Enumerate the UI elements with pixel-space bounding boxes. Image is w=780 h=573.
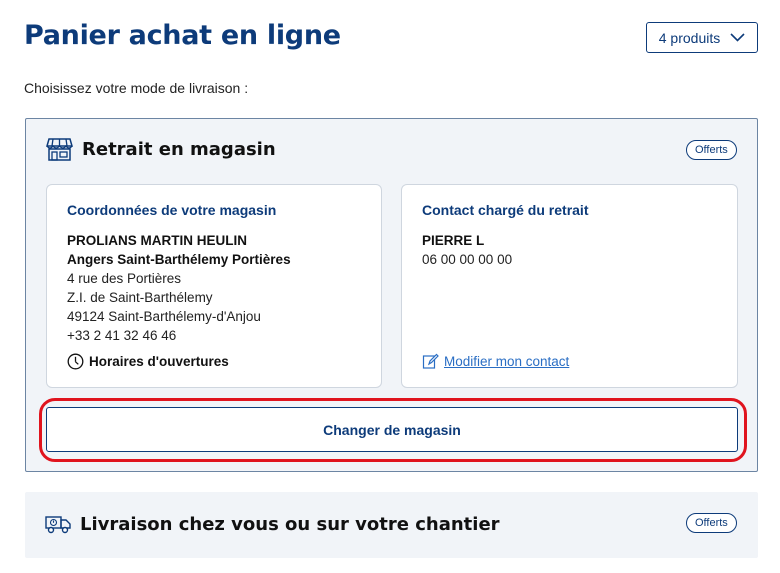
store-pickup-free-badge: Offerts <box>686 140 737 160</box>
opening-hours-link[interactable]: Horaires d'ouvertures <box>67 353 229 370</box>
change-store-button[interactable]: Changer de magasin <box>46 407 738 452</box>
contact-name: PIERRE L <box>422 233 485 248</box>
pickup-contact-title: Contact chargé du retrait <box>422 202 589 218</box>
contact-phone: 06 00 00 00 00 <box>422 252 513 267</box>
store-address-block: PROLIANS MARTIN HEULIN Angers Saint-Bart… <box>67 231 291 345</box>
delivery-truck-icon <box>45 516 71 534</box>
pickup-contact-block: PIERRE L 06 00 00 00 00 <box>422 231 512 269</box>
home-delivery-title: Livraison chez vous ou sur votre chantie… <box>80 513 500 535</box>
store-pickup-title: Retrait en magasin <box>82 139 276 160</box>
store-address-line: Z.I. de Saint-Barthélemy <box>67 290 213 305</box>
storefront-icon <box>46 138 73 161</box>
home-delivery-free-badge: Offerts <box>686 513 737 533</box>
opening-hours-label: Horaires d'ouvertures <box>89 354 229 369</box>
store-details-card: Coordonnées de votre magasin PROLIANS MA… <box>46 184 382 388</box>
store-name: PROLIANS MARTIN HEULIN <box>67 233 247 248</box>
store-address-line: 4 rue des Portières <box>67 271 182 286</box>
home-delivery-heading: Livraison chez vous ou sur votre chantie… <box>45 513 500 535</box>
store-branch: Angers Saint-Barthélemy Portières <box>67 252 291 267</box>
home-delivery-panel[interactable]: Livraison chez vous ou sur votre chantie… <box>25 492 758 558</box>
store-details-title: Coordonnées de votre magasin <box>67 202 277 218</box>
delivery-mode-prompt: Choisissez votre mode de livraison : <box>24 80 249 96</box>
clock-icon <box>67 353 84 370</box>
store-pickup-panel[interactable]: Retrait en magasin Offerts Coordonnées d… <box>25 118 758 472</box>
edit-contact-link[interactable]: Modifier mon contact <box>422 353 569 370</box>
pickup-contact-card: Contact chargé du retrait PIERRE L 06 00… <box>401 184 738 388</box>
store-phone: +33 2 41 32 46 46 <box>67 328 177 343</box>
edit-contact-label: Modifier mon contact <box>444 354 570 369</box>
page-title: Panier achat en ligne <box>24 20 341 51</box>
products-dropdown[interactable]: 4 produits <box>646 22 758 53</box>
products-count-label: 4 produits <box>658 29 721 46</box>
store-address-line: 49124 Saint-Barthélemy-d'Anjou <box>67 309 261 324</box>
chevron-down-icon <box>730 33 745 42</box>
store-pickup-heading: Retrait en magasin <box>46 137 276 162</box>
pencil-icon <box>422 353 439 369</box>
